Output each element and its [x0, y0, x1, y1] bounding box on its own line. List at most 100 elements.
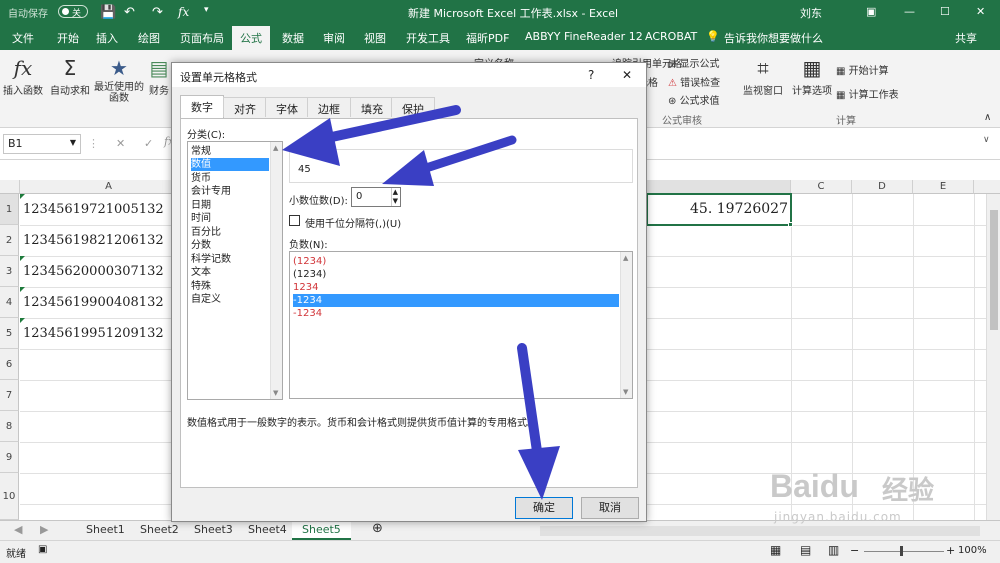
category-fraction[interactable]: 分数: [191, 239, 211, 252]
negative-option-1[interactable]: (1234): [293, 255, 326, 268]
sheet-tab-3[interactable]: Sheet3: [194, 523, 233, 536]
zoom-in-icon[interactable]: +: [946, 544, 955, 557]
fx-quick-icon[interactable]: fx: [178, 5, 189, 19]
cancel-entry-icon[interactable]: ✕: [116, 137, 125, 150]
tab-formulas[interactable]: 公式: [232, 26, 270, 50]
cell-a3[interactable]: 12345620000307132: [23, 264, 164, 279]
category-accounting[interactable]: 会计专用: [191, 185, 231, 198]
tab-acrobat[interactable]: ACROBAT: [645, 30, 697, 43]
maximize-icon[interactable]: ☐: [940, 5, 950, 18]
prev-sheet-icon[interactable]: ◀: [14, 523, 22, 536]
row-header-1[interactable]: 1: [0, 194, 19, 225]
normal-view-icon[interactable]: ▦: [770, 543, 781, 557]
row-header-6[interactable]: 6: [0, 349, 19, 380]
tell-me-search[interactable]: 告诉我你想要做什么: [724, 30, 823, 46]
tab-draw[interactable]: 绘图: [138, 30, 160, 46]
dialog-tab-font[interactable]: 字体: [265, 97, 309, 117]
column-header-f[interactable]: [974, 180, 1000, 194]
negative-scrollbar[interactable]: ▲ ▼: [620, 252, 632, 398]
show-formulas-button[interactable]: ⊞ 显示公式: [668, 55, 720, 70]
category-scrollbar[interactable]: ▲ ▼: [270, 142, 282, 399]
collapse-ribbon-icon[interactable]: ∧: [984, 112, 991, 123]
negative-option-2[interactable]: (1234): [293, 268, 326, 281]
category-percentage[interactable]: 百分比: [191, 226, 221, 239]
tab-file[interactable]: 文件: [12, 30, 34, 46]
insert-function-button[interactable]: fx 插入函数: [2, 56, 44, 97]
save-icon[interactable]: 💾: [100, 5, 116, 20]
watch-window-button[interactable]: ⌗ 监视窗口: [740, 56, 786, 97]
add-sheet-icon[interactable]: ⊕: [372, 521, 383, 536]
autosave-toggle[interactable]: 关: [58, 5, 88, 19]
name-box[interactable]: B1 ▼: [3, 134, 81, 154]
category-time[interactable]: 时间: [191, 212, 211, 225]
evaluate-formula-button[interactable]: ⊛ 公式求值: [668, 92, 720, 107]
zoom-slider[interactable]: [864, 551, 944, 552]
error-check-button[interactable]: ⚠ 错误检查: [668, 74, 720, 89]
decimal-places-spinner[interactable]: 0 ▲ ▼: [351, 187, 401, 207]
tab-data[interactable]: 数据: [282, 30, 304, 46]
zoom-out-icon[interactable]: −: [850, 544, 859, 557]
tab-view[interactable]: 视图: [364, 30, 386, 46]
user-name[interactable]: 刘东: [800, 5, 822, 21]
dialog-tab-number[interactable]: 数字: [180, 95, 224, 119]
negative-numbers-list[interactable]: (1234) (1234) 1234 -1234 -1234 ▲ ▼: [289, 251, 633, 399]
category-currency[interactable]: 货币: [191, 172, 211, 185]
category-date[interactable]: 日期: [191, 199, 211, 212]
zoom-level[interactable]: 100%: [958, 545, 987, 556]
tab-developer[interactable]: 开发工具: [406, 30, 450, 46]
sheet-tab-1[interactable]: Sheet1: [86, 523, 125, 536]
dialog-tab-alignment[interactable]: 对齐: [223, 97, 267, 117]
page-layout-view-icon[interactable]: ▤: [800, 543, 811, 557]
close-window-icon[interactable]: ✕: [976, 5, 985, 18]
share-button[interactable]: 共享: [955, 30, 977, 46]
column-header-d[interactable]: D: [852, 180, 913, 194]
zoom-slider-thumb[interactable]: [900, 546, 903, 556]
calc-sheet-button[interactable]: ▦ 计算工作表: [836, 86, 899, 101]
sheet-tab-5[interactable]: Sheet5: [292, 521, 351, 540]
autosum-button[interactable]: Σ 自动求和: [48, 56, 92, 97]
redo-icon[interactable]: ↷: [152, 5, 163, 20]
cancel-button[interactable]: 取消: [581, 497, 639, 519]
scroll-up-icon[interactable]: ▲: [623, 254, 628, 262]
row-header-10[interactable]: 10: [0, 473, 19, 520]
expand-formula-icon[interactable]: ∨: [983, 135, 990, 145]
scroll-down-icon[interactable]: ▼: [273, 389, 278, 397]
tab-insert[interactable]: 插入: [96, 30, 118, 46]
ribbon-display-icon[interactable]: ▣: [866, 5, 876, 18]
select-all-corner[interactable]: [0, 180, 20, 194]
macro-record-icon[interactable]: ▣: [38, 544, 47, 555]
cell-a2[interactable]: 12345619821206132: [23, 233, 164, 248]
cell-a1[interactable]: 12345619721005132: [23, 202, 164, 217]
row-header-7[interactable]: 7: [0, 380, 19, 411]
sheet-tab-2[interactable]: Sheet2: [140, 523, 179, 536]
recent-functions-button[interactable]: ★ 最近使用的 函数: [94, 56, 144, 104]
fill-handle[interactable]: [788, 222, 793, 227]
row-header-5[interactable]: 5: [0, 318, 19, 349]
dialog-tab-protection[interactable]: 保护: [391, 97, 435, 117]
tab-home[interactable]: 开始: [57, 30, 79, 46]
sheet-tab-4[interactable]: Sheet4: [248, 523, 287, 536]
scroll-up-icon[interactable]: ▲: [273, 144, 278, 152]
row-header-9[interactable]: 9: [0, 442, 19, 473]
category-text[interactable]: 文本: [191, 266, 211, 279]
spin-down-icon[interactable]: ▼: [390, 197, 399, 206]
row-header-4[interactable]: 4: [0, 287, 19, 318]
customize-qat-icon[interactable]: ▾: [204, 5, 209, 15]
dialog-tab-fill[interactable]: 填充: [350, 97, 394, 117]
financial-button[interactable]: ▤ 财务: [146, 56, 172, 97]
category-general[interactable]: 常规: [191, 145, 211, 158]
scroll-down-icon[interactable]: ▼: [623, 388, 628, 396]
cell-a4[interactable]: 12345619900408132: [23, 295, 164, 310]
column-header-c[interactable]: C: [791, 180, 852, 194]
cell-a5[interactable]: 12345619951209132: [23, 326, 164, 341]
column-header-e[interactable]: E: [913, 180, 974, 194]
calc-options-button[interactable]: ▦ 计算选项: [790, 56, 834, 97]
category-custom[interactable]: 自定义: [191, 293, 221, 306]
negative-option-3[interactable]: 1234: [293, 281, 318, 294]
row-header-3[interactable]: 3: [0, 256, 19, 287]
next-sheet-icon[interactable]: ▶: [40, 523, 48, 536]
page-break-view-icon[interactable]: ▥: [828, 543, 839, 557]
category-scientific[interactable]: 科学记数: [191, 253, 231, 266]
dialog-close-icon[interactable]: ✕: [622, 68, 632, 82]
tab-review[interactable]: 审阅: [323, 30, 345, 46]
